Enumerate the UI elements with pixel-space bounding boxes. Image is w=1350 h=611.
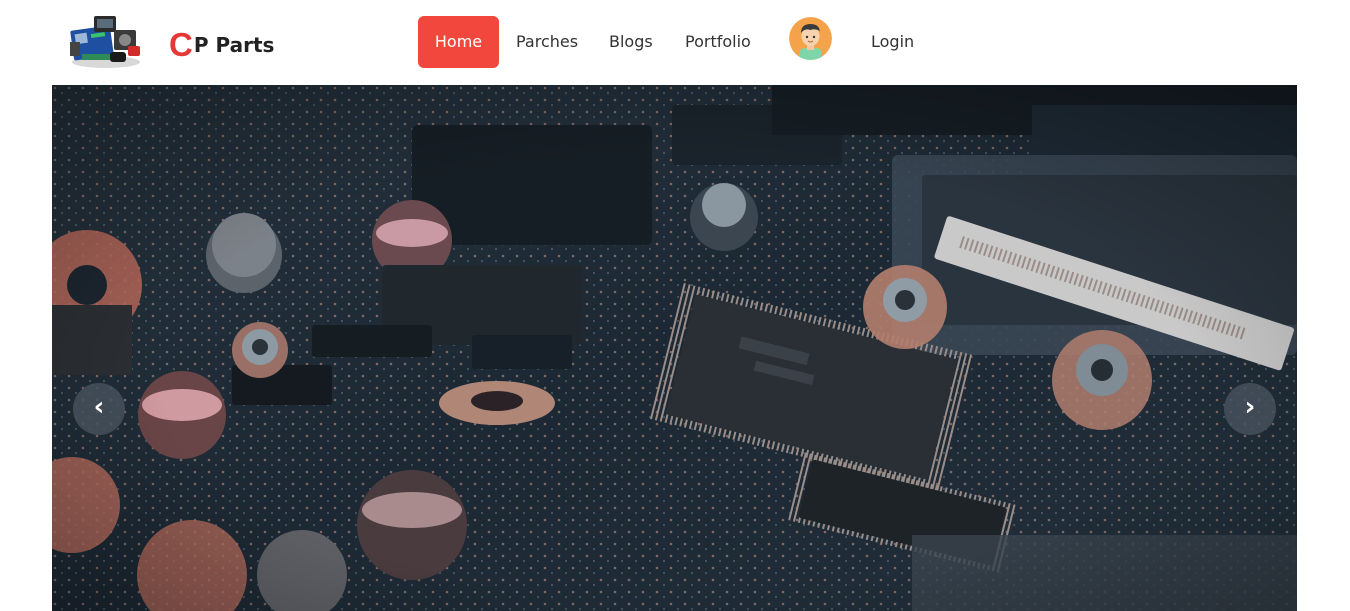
logo-image[interactable] (66, 12, 146, 70)
nav-portfolio[interactable]: Portfolio (685, 16, 751, 68)
nav-blogs[interactable]: Blogs (609, 16, 653, 68)
brand[interactable]: C P Parts (169, 26, 274, 62)
nav-parches[interactable]: Parches (516, 16, 578, 68)
circuit-board-photo (52, 85, 1297, 611)
nav-home[interactable]: Home (418, 16, 499, 68)
carousel-prev-button[interactable]: ‹ (73, 383, 125, 435)
brand-name: P Parts (193, 33, 275, 57)
nav-login[interactable]: Login (871, 16, 914, 68)
carousel-next-button[interactable]: › (1224, 383, 1276, 435)
brand-logo-letter: C (169, 25, 193, 63)
hero-carousel: ‹ › (52, 85, 1297, 611)
user-avatar-icon[interactable] (789, 17, 832, 60)
navbar: C P Parts Home Parches Blogs Portfolio L… (0, 0, 1350, 85)
computer-parts-icon (70, 16, 140, 68)
